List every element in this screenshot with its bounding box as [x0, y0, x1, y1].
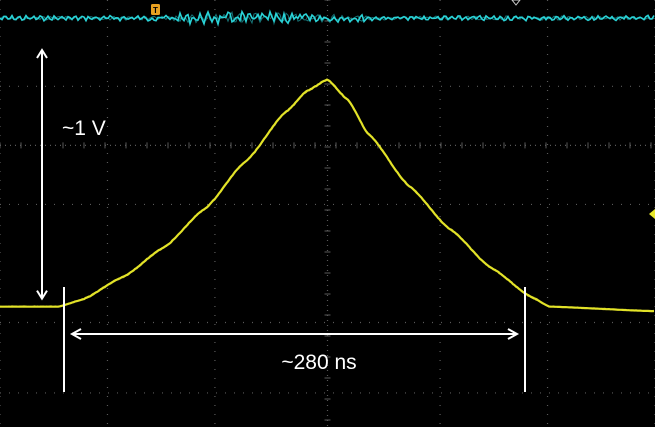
svg-text:T: T: [153, 6, 158, 15]
amplitude-label: ~1 V: [62, 117, 106, 140]
trigger-position-icon: [511, 0, 521, 6]
traces: [0, 9, 655, 313]
trigger-level-arrow-icon: [649, 209, 655, 219]
measurement-annotations: ~1 V ~280 ns: [36, 48, 526, 392]
screen-markers: T: [151, 0, 655, 219]
duration-label: ~280 ns: [281, 351, 356, 374]
trigger-icon: T: [151, 4, 160, 15]
trigger-channel-trace-persistence: [0, 10, 655, 26]
duration-arrow: [69, 328, 520, 340]
amplitude-arrow: [36, 48, 48, 301]
oscilloscope-screen: T ~1 V ~280 ns: [0, 0, 655, 427]
